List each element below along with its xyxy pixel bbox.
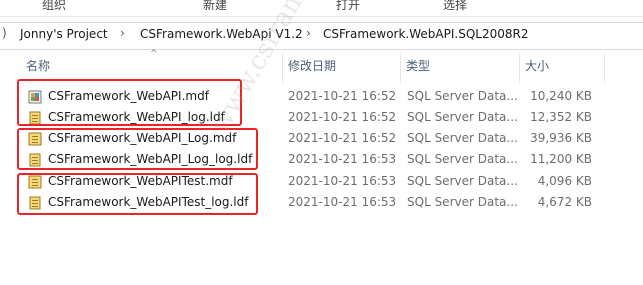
column-header-type[interactable]: 类型 xyxy=(400,53,519,83)
file-size: 4,672 KB xyxy=(537,195,592,209)
breadcrumb-jonnys-project[interactable]: Jonny's Project xyxy=(20,27,108,41)
column-header-date-modified[interactable]: 修改日期 xyxy=(282,53,400,83)
file-date-modified: 2021-10-21 16:53 xyxy=(288,195,397,209)
file-size: 11,200 KB xyxy=(530,152,592,166)
file-date-modified: 2021-10-21 16:53 xyxy=(288,174,397,188)
ribbon-group-labels: 组织 新建 打开 选择 xyxy=(0,0,643,17)
file-type: SQL Server Data... xyxy=(407,89,518,103)
file-size: 39,936 KB xyxy=(530,131,592,145)
column-header-size[interactable]: 大小 xyxy=(519,53,604,83)
back-edge-glyph: ) xyxy=(2,26,7,40)
file-size: 10,240 KB xyxy=(530,89,592,103)
ribbon-group-organize: 组织 xyxy=(42,0,67,12)
file-date-modified: 2021-10-21 16:52 xyxy=(288,110,397,124)
ribbon-group-select: 选择 xyxy=(443,0,468,12)
highlight-box-webapi xyxy=(17,79,242,126)
breadcrumb-webapi-v12[interactable]: CSFramework.WebApi V1.2 xyxy=(140,27,303,41)
address-bar[interactable]: ) Jonny's Project › CSFramework.WebApi V… xyxy=(0,22,643,50)
ribbon-group-open: 打开 xyxy=(336,0,361,12)
file-size: 12,352 KB xyxy=(530,110,592,124)
file-type: SQL Server Data... xyxy=(407,174,518,188)
file-type: SQL Server Data... xyxy=(407,152,518,166)
highlight-box-webapitest xyxy=(17,173,258,215)
file-type: SQL Server Data... xyxy=(407,131,518,145)
breadcrumb-separator[interactable]: › xyxy=(306,26,311,40)
ribbon-group-new: 新建 xyxy=(203,0,228,12)
file-type: SQL Server Data... xyxy=(407,110,518,124)
highlight-box-webapi-log xyxy=(17,128,258,170)
file-date-modified: 2021-10-21 16:53 xyxy=(288,152,397,166)
breadcrumb-separator[interactable]: › xyxy=(120,26,125,40)
column-divider[interactable] xyxy=(604,53,605,83)
file-type: SQL Server Data... xyxy=(407,195,518,209)
file-date-modified: 2021-10-21 16:52 xyxy=(288,131,397,145)
file-size: 4,096 KB xyxy=(537,174,592,188)
breadcrumb-sql2008r2[interactable]: CSFramework.WebAPI.SQL2008R2 xyxy=(323,27,528,41)
file-date-modified: 2021-10-21 16:52 xyxy=(288,89,397,103)
